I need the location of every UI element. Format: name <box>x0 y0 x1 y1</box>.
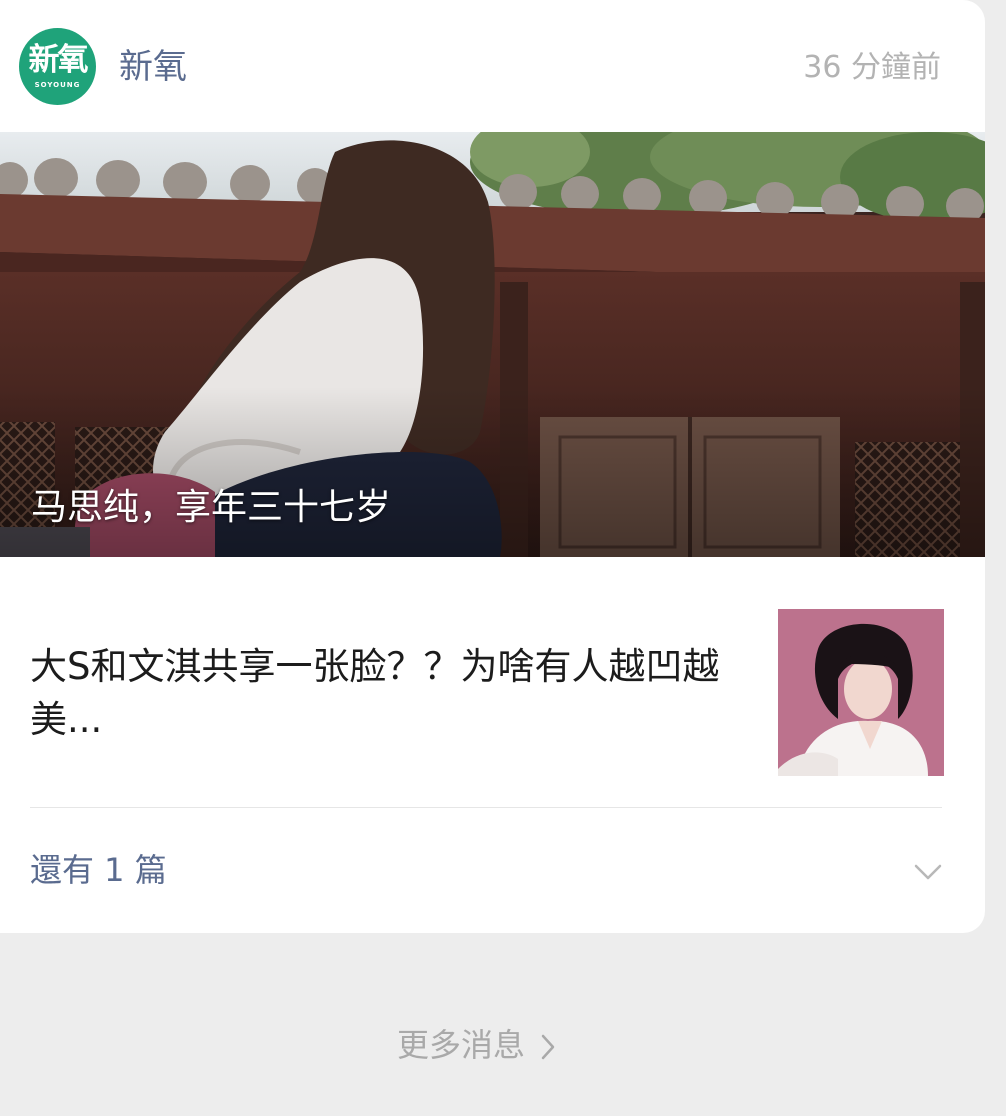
chevron-down-icon[interactable] <box>913 860 943 884</box>
source-avatar[interactable]: 新氧 SOYOUNG <box>19 28 96 105</box>
article-title[interactable]: 大S和文淇共享一张脸？？为啥有人越凹越美... <box>30 640 750 746</box>
logo-text: 新氧 <box>28 42 89 78</box>
source-name[interactable]: 新氧 <box>119 46 187 88</box>
logo-subtext: SOYOUNG <box>34 81 81 89</box>
card-header: 新氧 SOYOUNG 新氧 36 分鐘前 <box>0 0 985 132</box>
more-news-label: 更多消息 <box>397 1026 526 1064</box>
more-articles-link[interactable]: 還有 1 篇 <box>30 848 167 892</box>
news-card: 新氧 SOYOUNG 新氧 36 分鐘前 马思纯，享年三十七岁 大S和文淇共享一… <box>0 0 985 933</box>
timestamp: 36 分鐘前 <box>803 50 941 85</box>
hero-caption: 马思纯，享年三十七岁 <box>31 487 392 528</box>
divider <box>30 807 942 808</box>
hero-image[interactable]: 马思纯，享年三十七岁 <box>0 132 985 557</box>
chevron-right-icon <box>541 1034 555 1060</box>
thumbnail-photo <box>778 609 944 776</box>
more-news-link[interactable]: 更多消息 <box>397 1023 557 1067</box>
article-thumbnail[interactable] <box>778 609 944 776</box>
